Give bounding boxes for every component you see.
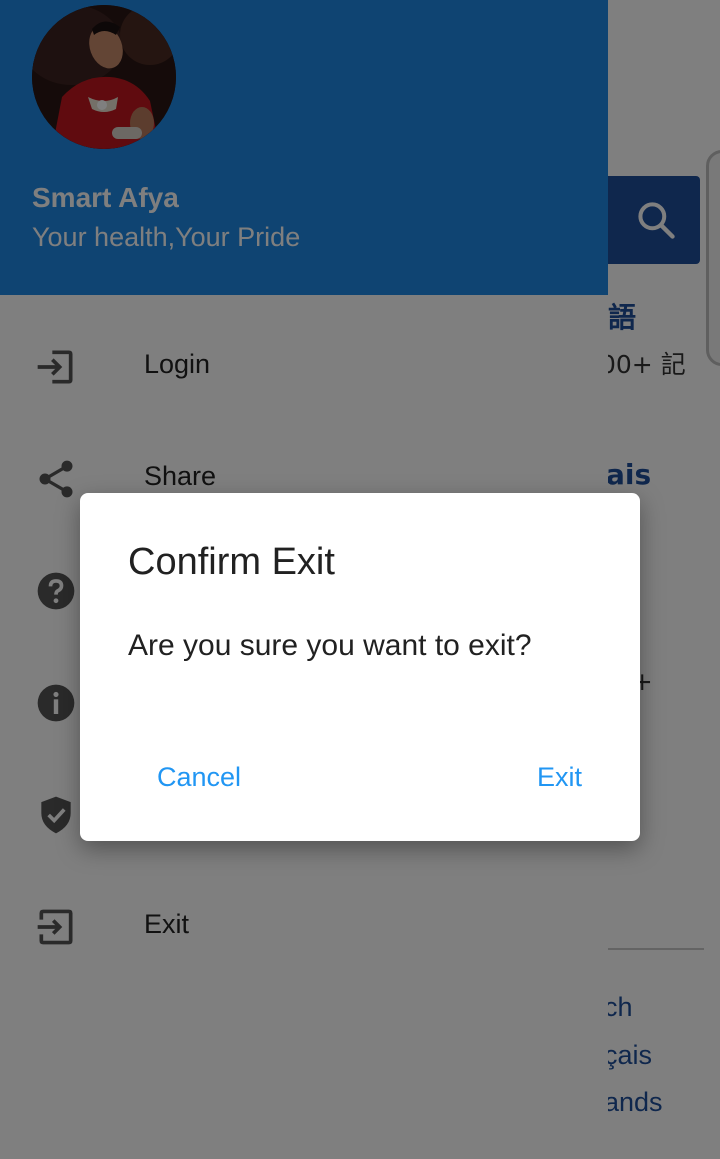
cancel-button[interactable]: Cancel xyxy=(139,749,259,805)
dialog-title: Confirm Exit xyxy=(128,541,335,583)
dialog-message: Are you sure you want to exit? xyxy=(128,629,532,662)
confirm-exit-dialog: Confirm Exit Are you sure you want to ex… xyxy=(80,493,640,841)
exit-button[interactable]: Exit xyxy=(519,749,600,805)
